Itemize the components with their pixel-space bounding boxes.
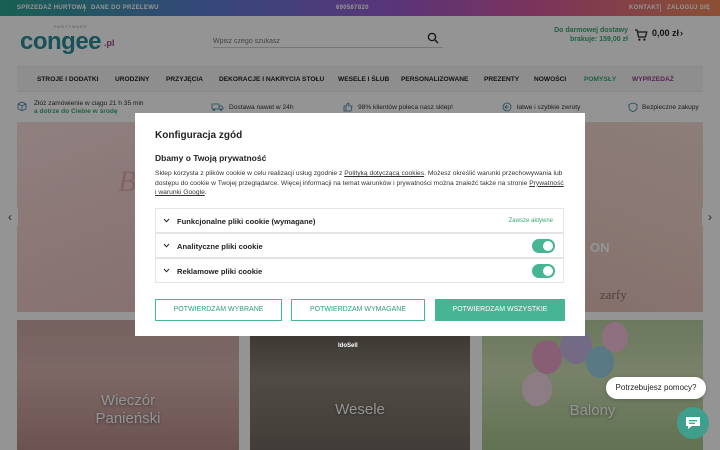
chat-button[interactable]: [677, 407, 709, 439]
dialog-title: Konfiguracja zgód: [155, 130, 243, 141]
always-active-label: Zawsze aktywne: [508, 218, 553, 224]
cookie-policy-link[interactable]: Polityką dotyczącą cookies: [344, 170, 424, 177]
chevron-down-icon: [163, 268, 170, 273]
cookie-section-functional[interactable]: Funkcjonalne pliki cookie (wymagane) Zaw…: [155, 208, 564, 233]
cookie-section-analytics[interactable]: Analityczne pliki cookie: [155, 233, 564, 258]
chevron-down-icon: [163, 243, 170, 248]
dialog-subtitle: Dbamy o Twoją prywatność: [155, 153, 267, 163]
toggle-knob: [543, 266, 553, 276]
cookie-section-label: Reklamowe pliki cookie: [177, 267, 263, 276]
toggle-knob: [543, 241, 553, 251]
cookie-section-advertising[interactable]: Reklamowe pliki cookie: [155, 258, 564, 283]
confirm-all-button[interactable]: POTWIERDZAM WSZYSTKIE: [435, 299, 565, 321]
confirm-required-button[interactable]: POTWIERDZAM WYMAGANE: [291, 299, 425, 321]
chat-icon: [686, 417, 700, 429]
confirm-selected-button[interactable]: POTWIERDZAM WYBRANE: [155, 299, 282, 321]
advertising-toggle[interactable]: [532, 264, 555, 278]
chat-help-bubble[interactable]: Potrzebujesz pomocy?: [606, 377, 706, 399]
analytics-toggle[interactable]: [532, 239, 555, 253]
cookie-section-label: Funkcjonalne pliki cookie (wymagane): [177, 217, 316, 226]
chevron-down-icon: [163, 218, 170, 223]
cookie-section-label: Analityczne pliki cookie: [177, 242, 263, 251]
cookie-consent-dialog: Konfiguracja zgód Dbamy o Twoją prywatno…: [135, 113, 585, 336]
dialog-description: Sklep korzysta z plików cookie w celu re…: [155, 170, 564, 197]
idosell-badge: IdoSell: [338, 343, 358, 349]
